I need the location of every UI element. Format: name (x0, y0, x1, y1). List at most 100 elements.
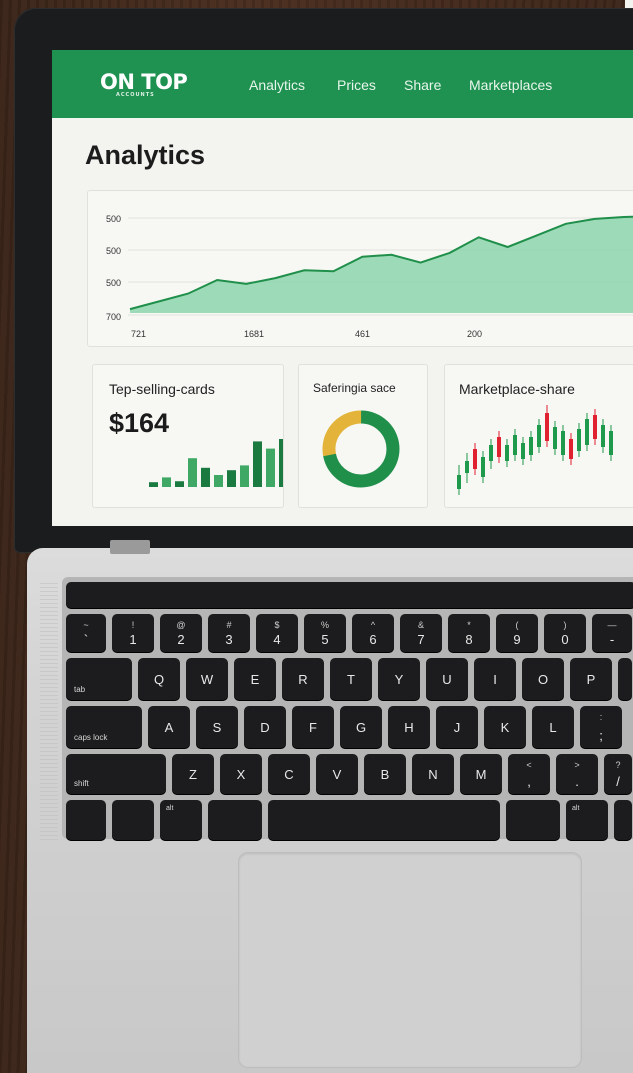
mini-bar (227, 470, 236, 487)
key-bottom: . (575, 774, 579, 789)
key-7[interactable]: & 7 (400, 614, 442, 652)
key-h[interactable]: H (388, 706, 430, 748)
mini-bar (214, 475, 223, 487)
key-u[interactable]: U (426, 658, 468, 700)
key-bottom: 2 (177, 632, 185, 647)
key-bracket[interactable] (618, 658, 632, 700)
key-top: > (574, 760, 580, 770)
key-top: ) (563, 620, 567, 630)
key-w[interactable]: W (186, 658, 228, 700)
key-label: E (250, 672, 260, 687)
candlestick-chart (457, 405, 613, 495)
candle-body (521, 443, 525, 459)
key-label: T (347, 672, 355, 687)
key-control[interactable] (112, 800, 154, 840)
key-label: V (332, 767, 342, 782)
top-selling-card[interactable]: Tep-selling-cards $164 (92, 364, 284, 508)
key-j[interactable]: J (436, 706, 478, 748)
key-label: shift (74, 779, 89, 788)
key-semicolon[interactable]: :; (580, 706, 622, 748)
key-label: A (164, 720, 174, 735)
page-title: Analytics (85, 140, 206, 170)
key-b[interactable]: B (364, 754, 406, 794)
candle-body (481, 457, 485, 477)
key-f[interactable]: F (292, 706, 334, 748)
key-r[interactable]: R (282, 658, 324, 700)
key-3[interactable]: #3 (208, 614, 250, 652)
candle-body (577, 429, 581, 451)
key-backtick[interactable]: ~ ` (66, 614, 106, 652)
key-arrow[interactable] (614, 800, 632, 840)
key-alt-left[interactable]: alt (160, 800, 202, 840)
key-bottom: ; (599, 728, 603, 743)
key-g[interactable]: G (340, 706, 382, 748)
candle-body (505, 445, 509, 461)
key-label: W (200, 672, 214, 687)
share-donut-card[interactable]: Saferingia sace (298, 364, 428, 508)
key-space[interactable] (268, 800, 500, 840)
key-8[interactable]: * 8 (448, 614, 490, 652)
key-label: alt (572, 805, 580, 812)
laptop-hinge (110, 540, 150, 554)
key-top: < (526, 760, 532, 770)
key-x[interactable]: X (220, 754, 262, 794)
key-period[interactable]: >. (556, 754, 598, 794)
x-tick-label: 1681 (244, 329, 264, 339)
key-alt-right[interactable]: alt (566, 800, 608, 840)
brand-logo[interactable]: ON TOP (100, 70, 188, 94)
area-fill (130, 216, 633, 313)
trackpad[interactable] (238, 852, 582, 1068)
key-top: ^ (370, 620, 376, 630)
function-key-row[interactable] (66, 582, 633, 608)
marketplace-share-card[interactable]: Marketplace-share (444, 364, 633, 508)
candle-body (497, 437, 501, 457)
nav-item-share[interactable]: Share (404, 77, 441, 93)
key-v[interactable]: V (316, 754, 358, 794)
nav-item-marketplaces[interactable]: Marketplaces (469, 77, 552, 93)
key-6[interactable]: ^ 6 (352, 614, 394, 652)
key-a[interactable]: A (148, 706, 190, 748)
key-slash[interactable]: ? / (604, 754, 632, 794)
nav-item-prices[interactable]: Prices (337, 77, 376, 93)
candle-body (609, 431, 613, 455)
key-i[interactable]: I (474, 658, 516, 700)
key-c[interactable]: C (268, 754, 310, 794)
key-label: D (260, 720, 270, 735)
key-y[interactable]: Y (378, 658, 420, 700)
key-label: G (355, 720, 367, 735)
key-t[interactable]: T (330, 658, 372, 700)
key-command-right[interactable] (506, 800, 560, 840)
speaker-grille (40, 580, 58, 840)
key-k[interactable]: K (484, 706, 526, 748)
key-m[interactable]: M (460, 754, 502, 794)
key-d[interactable]: D (244, 706, 286, 748)
key-command-left[interactable] (208, 800, 262, 840)
key-z[interactable]: Z (172, 754, 214, 794)
key-shift[interactable]: shift (66, 754, 166, 794)
key-o[interactable]: O (522, 658, 564, 700)
key-1[interactable]: ! 1 (112, 614, 154, 652)
key-fn[interactable] (66, 800, 106, 840)
key-2[interactable]: @2 (160, 614, 202, 652)
key-tab[interactable]: tab (66, 658, 132, 700)
key-top: @ (176, 620, 186, 630)
key-q[interactable]: Q (138, 658, 180, 700)
key-comma[interactable]: <, (508, 754, 550, 794)
key-bottom: , (527, 774, 531, 789)
key-5[interactable]: % 5 (304, 614, 346, 652)
key-9[interactable]: (9 (496, 614, 538, 652)
key-p[interactable]: P (570, 658, 612, 700)
key-l[interactable]: L (532, 706, 574, 748)
candle-body (601, 425, 605, 447)
key-top: ? (615, 760, 621, 770)
key-minus[interactable]: — - (592, 614, 632, 652)
key-caps-lock[interactable]: caps lock (66, 706, 142, 748)
key-4[interactable]: $4 (256, 614, 298, 652)
key-s[interactable]: S (196, 706, 238, 748)
key-e[interactable]: E (234, 658, 276, 700)
nav-item-analytics[interactable]: Analytics (249, 77, 305, 93)
key-0[interactable]: ) 0 (544, 614, 586, 652)
key-n[interactable]: N (412, 754, 454, 794)
key-label: P (586, 672, 596, 687)
key-bottom: 4 (273, 632, 281, 647)
